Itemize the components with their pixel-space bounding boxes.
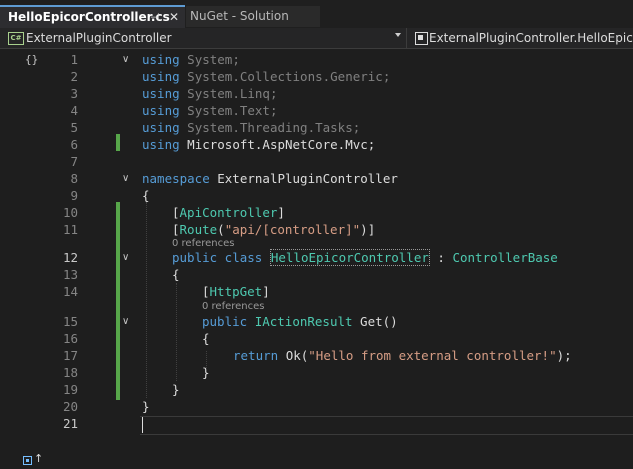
- codelens-references[interactable]: 0 references: [172, 238, 235, 249]
- code-line: 20 }: [0, 398, 633, 415]
- tab-nuget-solution[interactable]: NuGet - Solution: [186, 6, 320, 27]
- collapse-icon[interactable]: ∨: [122, 55, 129, 65]
- code-editor[interactable]: {} 1 ∨ using System; 2 using System.Coll…: [0, 49, 633, 469]
- code-text: return Ok("Hello from external controlle…: [233, 348, 572, 363]
- code-text: [Route("api/[controller]")]: [172, 222, 376, 237]
- line-number: 18: [62, 365, 78, 380]
- code-line: 9 {: [0, 187, 633, 204]
- text-caret: [142, 417, 143, 433]
- line-number: 4: [70, 103, 78, 118]
- navigation-bar: C# ExternalPluginController ExternalPlug…: [0, 28, 633, 49]
- close-icon[interactable]: ✕: [169, 7, 179, 28]
- line-number: 16: [62, 331, 78, 346]
- chevron-down-icon: [395, 33, 401, 37]
- code-text: using System.Threading.Tasks;: [142, 120, 361, 135]
- code-line: 5 using System.Threading.Tasks;: [0, 119, 633, 136]
- collapse-icon[interactable]: ∨: [122, 174, 129, 184]
- line-number: 14: [62, 284, 78, 299]
- code-line: 10 [ApiController]: [0, 204, 633, 221]
- code-line: 1 ∨ using System;: [0, 51, 633, 68]
- pin-icon[interactable]: ⊣: [150, 7, 160, 28]
- project-name: ExternalPluginController: [26, 31, 172, 45]
- code-line: 4 using System.Text;: [0, 102, 633, 119]
- code-line: 8 ∨ namespace ExternalPluginController: [0, 170, 633, 187]
- implementation-icon[interactable]: ↑: [23, 452, 43, 467]
- line-number: 7: [70, 154, 78, 169]
- code-line: 2 using System.Collections.Generic;: [0, 68, 633, 85]
- code-text: using Microsoft.AspNetCore.Mvc;: [142, 137, 376, 152]
- code-line: 3 using System.Linq;: [0, 85, 633, 102]
- code-line: 7: [0, 153, 633, 170]
- code-text: public IActionResult Get(): [202, 314, 398, 329]
- line-number: 17: [62, 348, 78, 363]
- code-text: }: [142, 399, 150, 414]
- line-number: 1: [70, 52, 78, 67]
- code-text: }: [172, 382, 180, 397]
- code-text: {: [202, 331, 210, 346]
- member-dropdown[interactable]: ExternalPluginController.HelloEpicorCo: [429, 31, 633, 45]
- code-text: using System;: [142, 52, 240, 67]
- code-line: 14 [HttpGet]: [0, 283, 633, 300]
- code-text: {: [142, 188, 150, 203]
- code-text: [HttpGet]: [202, 284, 270, 299]
- line-number: 9: [70, 188, 78, 203]
- line-number: 10: [62, 205, 78, 220]
- code-line: 15 ∨ public IActionResult Get(): [0, 313, 633, 330]
- tab-label: HelloEpicorController.cs: [8, 10, 170, 24]
- line-number: 13: [62, 267, 78, 282]
- code-line: 21: [0, 415, 633, 432]
- class-icon: [415, 32, 428, 45]
- code-line: 19 }: [0, 381, 633, 398]
- project-dropdown[interactable]: C# ExternalPluginController: [0, 28, 407, 48]
- code-text: using System.Text;: [142, 103, 278, 118]
- codelens-references[interactable]: 0 references: [202, 301, 265, 312]
- code-text: using System.Collections.Generic;: [142, 69, 391, 84]
- code-text: {: [172, 267, 180, 282]
- tab-label: NuGet - Solution: [190, 9, 289, 23]
- line-number: 8: [70, 171, 78, 186]
- line-number: 3: [70, 86, 78, 101]
- line-number: 5: [70, 120, 78, 135]
- line-number: 21: [62, 416, 78, 431]
- code-line: 18 }: [0, 364, 633, 381]
- code-line: 11 [Route("api/[controller]")]: [0, 221, 633, 238]
- document-tab-bar: HelloEpicorController.cs ⊣ ✕ NuGet - Sol…: [0, 0, 633, 30]
- code-line: 16 {: [0, 330, 633, 347]
- code-line: 13 {: [0, 266, 633, 283]
- csharp-project-icon: C#: [8, 32, 24, 45]
- code-text: [ApiController]: [172, 205, 285, 220]
- code-text: using System.Linq;: [142, 86, 278, 101]
- collapse-icon[interactable]: ∨: [122, 253, 129, 263]
- code-line: 6 using Microsoft.AspNetCore.Mvc;: [0, 136, 633, 153]
- code-text: public class HelloEpicorController : Con…: [172, 249, 558, 266]
- line-number: 12: [62, 250, 78, 265]
- line-number: 6: [70, 137, 78, 152]
- line-number: 11: [62, 222, 78, 237]
- line-number: 15: [62, 314, 78, 329]
- collapse-icon[interactable]: ∨: [122, 317, 129, 327]
- code-text: namespace ExternalPluginController: [142, 171, 398, 186]
- line-number: 19: [62, 382, 78, 397]
- code-text: }: [202, 365, 210, 380]
- line-number: 2: [70, 69, 78, 84]
- tab-hello-epicor-controller[interactable]: HelloEpicorController.cs ⊣ ✕: [0, 5, 185, 30]
- code-line: ↑ 12 ∨ public class HelloEpicorControlle…: [0, 249, 633, 465]
- code-line: 17 return Ok("Hello from external contro…: [0, 347, 633, 364]
- line-number: 20: [62, 399, 78, 414]
